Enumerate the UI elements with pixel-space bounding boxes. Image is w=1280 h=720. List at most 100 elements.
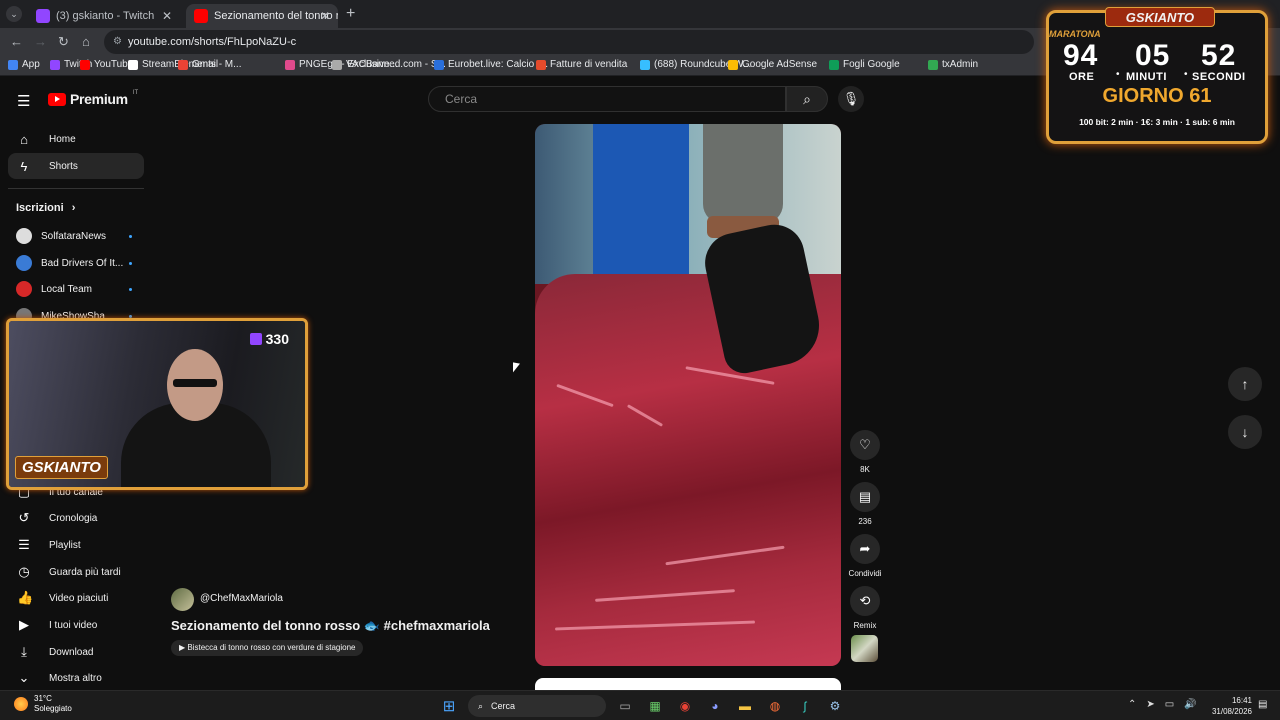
file-explorer-icon[interactable]: ▬	[734, 695, 756, 717]
your-videos-icon: ▶	[19, 617, 29, 632]
twitch-favicon-icon	[36, 9, 50, 23]
sidebar-item-label: I tuoi video	[49, 619, 98, 631]
notifications-icon[interactable]: ▤	[1258, 699, 1267, 710]
new-content-dot	[129, 261, 132, 265]
bookmark-item[interactable]: Eurobet.live: Calcio r...	[434, 59, 548, 70]
short-video-player[interactable]	[535, 124, 841, 666]
bookmark-item[interactable]: App	[8, 59, 40, 70]
like-button[interactable]: ♡ 8K	[850, 430, 880, 474]
search-button[interactable]: ⌕	[786, 86, 828, 112]
new-tab-button[interactable]: +	[346, 5, 355, 23]
timer-minutes: 05	[1135, 39, 1171, 72]
store-icon[interactable]: ▦	[644, 695, 666, 717]
bookmark-label: App	[22, 59, 40, 70]
location-icon[interactable]: ➤	[1146, 699, 1154, 710]
subscription-item[interactable]: Bad Drivers Of It...	[16, 255, 132, 271]
bookmark-item[interactable]: Fogli Google	[829, 59, 900, 70]
address-bar[interactable]: ⚙ youtube.com/shorts/FhLpoNaZU-c	[104, 30, 1034, 54]
tray-overflow-icon[interactable]: ⌃	[1128, 699, 1136, 710]
next-short-button[interactable]: ↓	[1228, 415, 1262, 449]
timer-logo: GSKIANTO	[1105, 7, 1215, 27]
windows-start-icon[interactable]: ⊞	[438, 695, 460, 717]
tab-search-icon[interactable]: ⌄	[6, 6, 22, 22]
voice-search-button[interactable]: 🎙	[838, 86, 864, 112]
sidebar-item-home[interactable]: ⌂ Home	[8, 126, 144, 152]
channel-name[interactable]: @ChefMaxMariola	[200, 593, 283, 604]
bookmark-item[interactable]: VACBanned.com - S...	[332, 59, 446, 70]
search-placeholder: Cerca	[445, 92, 478, 106]
reload-icon[interactable]: ↻	[58, 34, 69, 50]
sidebar-item-chevron-down[interactable]: ⌄ Mostra altro	[8, 665, 144, 691]
discord-icon[interactable]: ◕	[704, 695, 726, 717]
bookmark-favicon-icon	[50, 59, 60, 70]
bookmark-favicon-icon	[928, 59, 938, 70]
bookmark-item[interactable]: Google AdSense	[728, 59, 817, 70]
bookmark-favicon-icon	[285, 59, 295, 70]
sidebar-item-watch-later[interactable]: ◷ Guarda più tardi	[8, 559, 144, 585]
timer-separator: •	[1116, 69, 1120, 80]
bookmark-item[interactable]: Fatture di vendita	[536, 59, 627, 70]
taskbar-apps: ⊞ ⌕ Cerca ▭ ▦ ◉ ◕ ▬ ◍ ʃ ⚙	[438, 695, 846, 717]
subscription-item[interactable]: Local Team	[16, 281, 132, 297]
bookmark-item[interactable]: txAdmin	[928, 59, 978, 70]
subscriptions-heading[interactable]: Iscrizioni ›	[16, 202, 75, 214]
sidebar-item-label: Mostra altro	[49, 672, 102, 684]
remix-button[interactable]: ⟲ Remix	[850, 586, 880, 630]
subathon-timer-overlay: GSKIANTO MARATONA 94 05 52 ORE • MINUTI …	[1046, 7, 1268, 144]
viewer-count: 330	[249, 331, 289, 347]
close-tab-icon[interactable]: ✕	[162, 9, 172, 23]
weather-condition: Soleggiato	[34, 704, 72, 713]
sun-icon	[14, 697, 28, 711]
site-info-icon[interactable]: ⚙	[113, 30, 122, 54]
close-tab-icon[interactable]: ✕	[320, 9, 330, 23]
youtube-premium-logo[interactable]: Premium IT	[48, 90, 138, 107]
viewer-count-value: 330	[265, 331, 289, 347]
sidebar-item-download[interactable]: ⤓ Download	[8, 639, 144, 665]
bookmark-favicon-icon	[128, 59, 138, 70]
system-tray: ⌃ ➤ ▭ 🔊	[1128, 699, 1197, 710]
windows-taskbar: 31°C Soleggiato ⊞ ⌕ Cerca ▭ ▦ ◉ ◕ ▬ ◍ ʃ …	[0, 690, 1280, 720]
firefox-icon[interactable]: ◍	[764, 695, 786, 717]
bookmark-favicon-icon	[829, 59, 839, 70]
comments-button[interactable]: ▤ 236	[850, 482, 880, 526]
menu-icon[interactable]: ☰	[17, 92, 31, 110]
sidebar-item-your-videos[interactable]: ▶ I tuoi video	[8, 612, 144, 638]
tab-youtube-short[interactable]: Sezionamento del tonno ro ✕	[186, 4, 338, 28]
bookmark-favicon-icon	[332, 59, 342, 70]
app-icon[interactable]: ʃ	[794, 695, 816, 717]
temperature: 31°C	[34, 694, 52, 703]
task-view-icon[interactable]: ▭	[614, 695, 636, 717]
search-input[interactable]: Cerca	[428, 86, 786, 112]
sidebar-item-liked-videos[interactable]: 👍 Video piaciuti	[8, 585, 144, 611]
bookmark-label: Gmail	[192, 59, 219, 70]
bookmark-favicon-icon	[80, 59, 90, 70]
home-browser-icon[interactable]: ⌂	[82, 34, 90, 49]
subscription-label: Local Team	[41, 283, 92, 295]
youtube-play-icon	[48, 92, 66, 106]
taskbar-clock[interactable]: 16:41 31/08/2026	[1204, 695, 1252, 717]
sound-thumbnail[interactable]	[851, 635, 878, 662]
shorts-icon: ϟ	[20, 158, 28, 174]
bookmark-label: Fatture di vendita	[550, 59, 628, 70]
sidebar-item-shorts[interactable]: ϟ Shorts	[8, 153, 144, 179]
steam-icon[interactable]: ⚙	[824, 695, 846, 717]
previous-short-button[interactable]: ↑	[1228, 367, 1262, 401]
bookmark-item[interactable]: YouTube	[80, 59, 133, 70]
forward-icon[interactable]: →	[34, 34, 47, 49]
sidebar-item-history[interactable]: ↺ Cronologia	[8, 505, 144, 531]
bookmark-item[interactable]: Gmail	[178, 59, 218, 70]
chrome-icon[interactable]: ◉	[674, 695, 696, 717]
taskbar-search[interactable]: ⌕ Cerca	[468, 695, 606, 717]
sidebar-item-label: Video piaciuti	[49, 592, 109, 604]
tab-twitch[interactable]: (3) gskianto - Twitch ✕	[28, 4, 180, 28]
weather-widget[interactable]: 31°C Soleggiato	[14, 694, 72, 714]
volume-icon[interactable]: 🔊	[1184, 699, 1196, 710]
back-icon[interactable]: ←	[10, 34, 23, 49]
related-video-chip[interactable]: ▶ Bistecca di tonno rosso con verdure di…	[171, 640, 364, 656]
subscription-item[interactable]: SolfataraNews	[16, 228, 132, 244]
network-icon[interactable]: ▭	[1165, 699, 1174, 710]
channel-avatar[interactable]	[171, 588, 194, 611]
sidebar-item-playlist[interactable]: ☰ Playlist	[8, 532, 144, 558]
subscription-label: Bad Drivers Of It...	[41, 257, 124, 269]
share-button[interactable]: ➦ Condividi	[849, 534, 881, 578]
